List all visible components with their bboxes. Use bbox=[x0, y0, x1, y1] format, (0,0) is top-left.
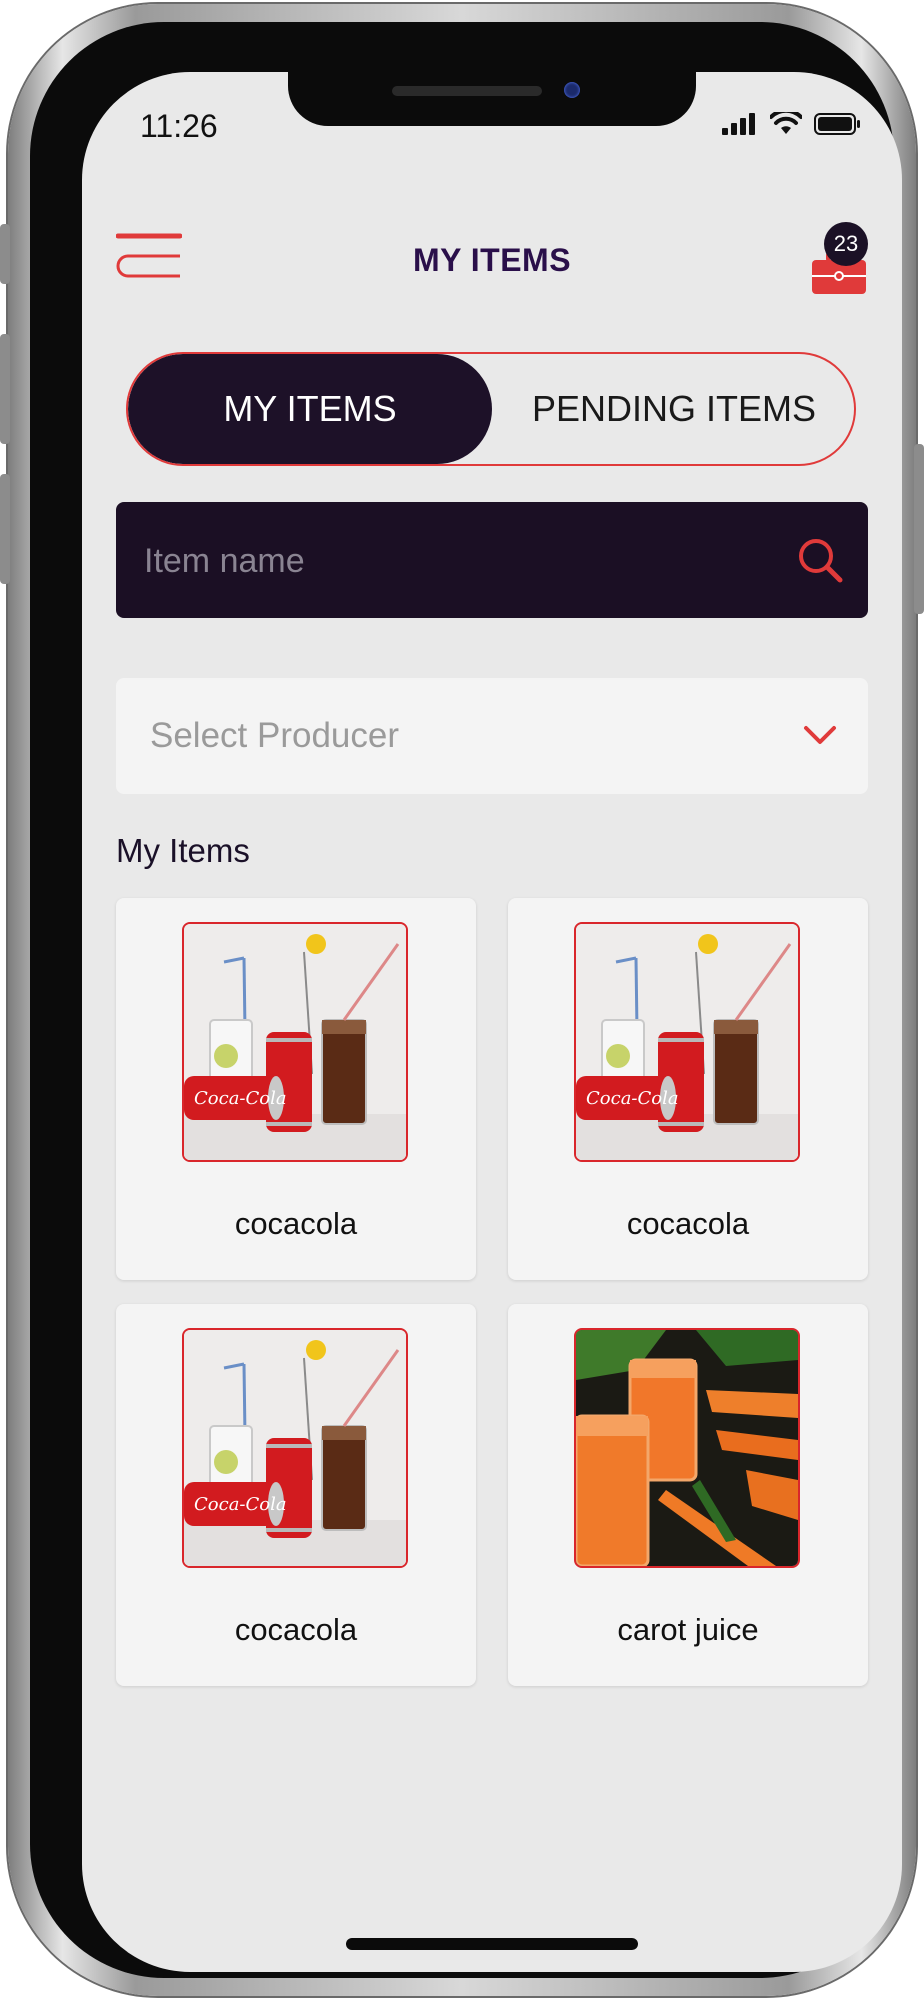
search-icon[interactable] bbox=[796, 536, 844, 584]
item-name: cocacola bbox=[234, 1206, 358, 1241]
carrot-juice-illustration bbox=[576, 1330, 798, 1566]
cart-count-badge: 23 bbox=[824, 222, 868, 266]
search-input[interactable] bbox=[142, 502, 746, 620]
status-time: 11:26 bbox=[140, 108, 218, 144]
cocacola-image: Coca-Cola bbox=[182, 1328, 408, 1568]
status-icons bbox=[722, 112, 862, 136]
cocacola-illustration: Coca-Cola bbox=[184, 924, 406, 1160]
volume-up-button bbox=[0, 334, 10, 444]
svg-text:Coca-Cola: Coca-Cola bbox=[194, 1088, 287, 1109]
signal-icon bbox=[722, 113, 755, 135]
item-name: cocacola bbox=[234, 1612, 358, 1647]
chevron-down-icon bbox=[804, 726, 836, 744]
search-bar bbox=[116, 502, 868, 620]
wifi-icon bbox=[770, 112, 802, 134]
speaker bbox=[392, 86, 542, 96]
cart-button[interactable]: 23 bbox=[806, 222, 876, 302]
app-screen: 11:26 MY ITEMS 23 MY ITEMS PENDING ITEMS… bbox=[82, 72, 902, 1972]
producer-select[interactable]: Select Producer bbox=[116, 678, 868, 794]
item-card[interactable]: Coca-Cola cocacola bbox=[508, 898, 868, 1280]
item-name: cocacola bbox=[626, 1206, 750, 1241]
svg-text:Coca-Cola: Coca-Cola bbox=[194, 1494, 287, 1515]
battery-icon bbox=[814, 113, 860, 135]
top-bar: MY ITEMS 23 bbox=[82, 222, 902, 312]
item-card[interactable]: carot juice bbox=[508, 1304, 868, 1686]
tab-pending-items[interactable]: PENDING ITEMS bbox=[492, 354, 854, 464]
producer-select-placeholder: Select Producer bbox=[150, 716, 400, 755]
item-card[interactable]: Coca-Cola cocacola bbox=[116, 898, 476, 1280]
notch bbox=[288, 72, 696, 126]
side-button bbox=[0, 224, 10, 284]
home-indicator[interactable] bbox=[346, 1938, 638, 1950]
item-card[interactable]: Coca-Cola cocacola bbox=[116, 1304, 476, 1686]
svg-text:Coca-Cola: Coca-Cola bbox=[586, 1088, 679, 1109]
item-name: carot juice bbox=[617, 1612, 759, 1647]
cocacola-illustration: Coca-Cola bbox=[184, 1330, 406, 1566]
power-button bbox=[914, 444, 924, 614]
section-title: My Items bbox=[116, 832, 250, 869]
volume-down-button bbox=[0, 474, 10, 584]
carrot-juice-image bbox=[574, 1328, 800, 1568]
phone-frame: 11:26 MY ITEMS 23 MY ITEMS PENDING ITEMS… bbox=[0, 4, 924, 1996]
phone-bezel: 11:26 MY ITEMS 23 MY ITEMS PENDING ITEMS… bbox=[30, 22, 902, 1978]
page-title: MY ITEMS bbox=[412, 242, 572, 278]
tab-my-items[interactable]: MY ITEMS bbox=[128, 354, 492, 464]
front-camera bbox=[564, 82, 580, 98]
cocacola-image: Coca-Cola bbox=[182, 922, 408, 1162]
cocacola-illustration: Coca-Cola bbox=[576, 924, 798, 1160]
items-tab-switch: MY ITEMS PENDING ITEMS bbox=[126, 352, 856, 466]
cocacola-image: Coca-Cola bbox=[574, 922, 800, 1162]
